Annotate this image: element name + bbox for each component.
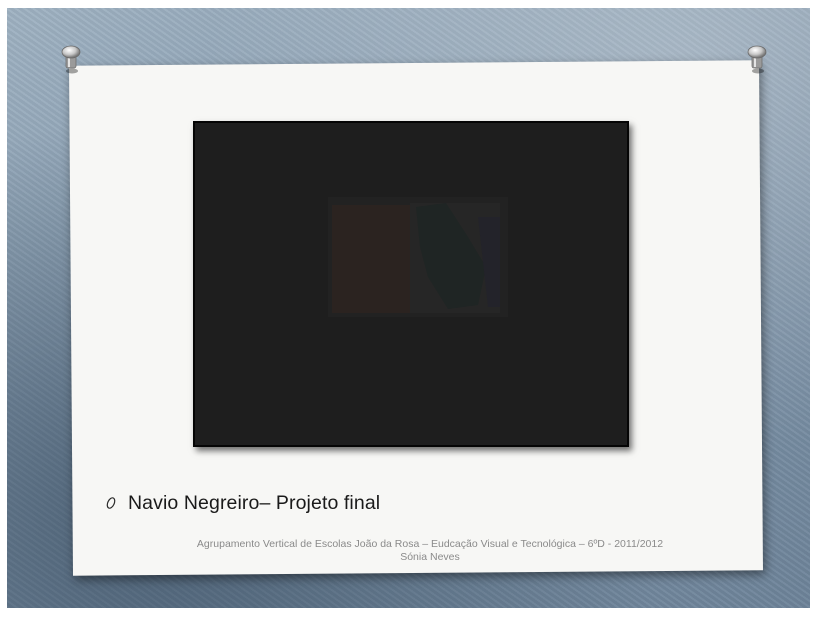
video-thumbnail [328, 197, 508, 317]
footer-author: Sónia Neves [400, 551, 460, 563]
caption-row: Navio Negreiro– Projeto final [104, 490, 380, 516]
slide-caption: Navio Negreiro– Projeto final [128, 491, 381, 514]
footer-school-info: Agrupamento Vertical de Escolas João da … [196, 538, 664, 550]
pushpin-left-icon [61, 45, 81, 74]
embedded-video[interactable] [193, 121, 629, 447]
pushpin-right-icon [747, 45, 767, 74]
circle-bullet-icon [106, 497, 116, 509]
